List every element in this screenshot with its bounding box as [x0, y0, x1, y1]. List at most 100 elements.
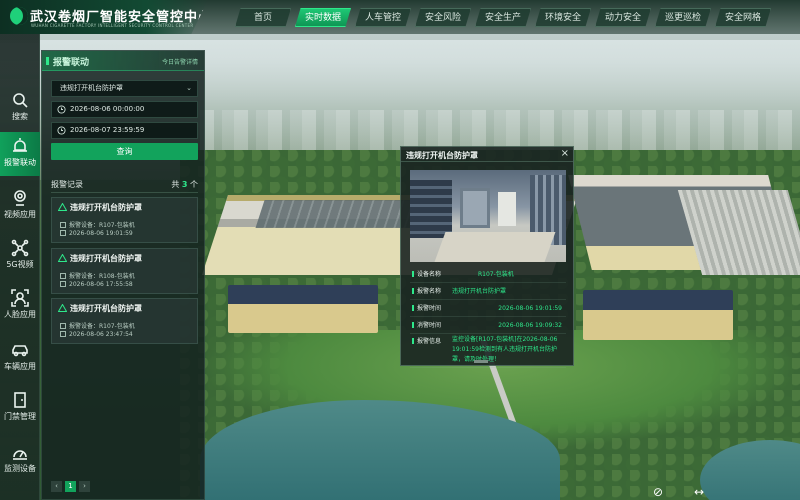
- calendar-icon: [60, 281, 66, 287]
- nav-safety-grid[interactable]: 安全网格: [715, 8, 771, 27]
- popup-divider: [401, 161, 573, 162]
- move-icon[interactable]: ↔: [692, 485, 706, 499]
- snapshot-floor: [434, 232, 556, 262]
- record-title: 违规打开机台防护罩: [70, 304, 142, 313]
- alarm-type-select[interactable]: 违规打开机台防护罩 ⌄: [51, 80, 198, 97]
- rail-label: 搜索: [12, 112, 28, 121]
- search-icon: [13, 93, 28, 108]
- clock-icon: [57, 105, 66, 114]
- detail-device-name: 设备名称 R107-包装机: [410, 267, 566, 283]
- popup-scrollbar[interactable]: [474, 360, 488, 363]
- start-time-input[interactable]: 2026-08-06 00:00:00: [51, 101, 198, 118]
- record-title: 违规打开机台防护罩: [70, 254, 142, 263]
- popup-title: 违规打开机台防护罩: [406, 151, 478, 160]
- records-divider: [51, 192, 198, 193]
- record-device-text: 报警设备：R107-包装机: [69, 323, 135, 330]
- clock-icon: [57, 126, 66, 135]
- rail-5g-video[interactable]: 5G视频: [0, 234, 40, 278]
- brand-area: 武汉卷烟厂智能安全管控中心 WUHAN CIGARETTE FACTORY IN…: [0, 0, 208, 34]
- rail-access-control[interactable]: 门禁管理: [0, 386, 40, 430]
- compass-icon[interactable]: ⊘: [651, 485, 665, 499]
- car-icon: [12, 345, 28, 357]
- detail-alarm-name: 报警名称 违规打开机台防护罩: [410, 284, 566, 300]
- query-button[interactable]: 查询: [51, 143, 198, 160]
- office-building-left[interactable]: [228, 285, 378, 333]
- device-icon: [60, 323, 66, 329]
- count-prefix: 共: [171, 180, 180, 189]
- rail-label: 车辆应用: [4, 362, 36, 371]
- snapshot-rack: [410, 180, 452, 238]
- camera-snapshot[interactable]: [410, 170, 566, 262]
- field-value: 2026-08-06 19:09:32: [498, 322, 562, 329]
- rail-label: 人脸应用: [4, 310, 36, 319]
- rail-video[interactable]: 视频应用: [0, 184, 40, 228]
- records-label: 报警记录: [51, 180, 83, 189]
- nav-environment-safety[interactable]: 环境安全: [535, 8, 591, 27]
- field-value: 监控设备[R107-包装机]在2026-08-06 19:01:59检测到有人违…: [452, 336, 558, 363]
- rail-monitor-device[interactable]: 监测设备: [0, 438, 40, 482]
- rail-vehicle[interactable]: 车辆应用: [0, 336, 40, 380]
- monitor-device-icon: [13, 450, 27, 460]
- nav-safety-risk[interactable]: 安全风险: [415, 8, 471, 27]
- device-icon: [60, 222, 66, 228]
- rail-label: 监测设备: [4, 464, 36, 473]
- alarm-type-value: 违规打开机台防护罩: [60, 84, 123, 92]
- pagination: ‹ 1 ›: [51, 481, 90, 492]
- panel-title: 报警联动: [53, 58, 90, 68]
- face-scan-icon: [11, 289, 29, 307]
- record-device: 报警设备：R107-包装机: [60, 220, 135, 229]
- nav-power-safety[interactable]: 动力安全: [595, 8, 651, 27]
- nav-people-vehicle[interactable]: 人车管控: [355, 8, 411, 27]
- today-alarm-details-link[interactable]: 今日告警详情: [162, 57, 198, 66]
- rail-search[interactable]: 搜索: [0, 86, 40, 130]
- detail-alarm-info: 报警信息 监控设备[R107-包装机]在2026-08-06 19:01:59检…: [410, 334, 566, 368]
- page-1-button[interactable]: 1: [65, 481, 76, 492]
- record-time-text: 2026-08-06 19:01:59: [69, 230, 133, 237]
- calendar-icon: [60, 331, 66, 337]
- office-building-right[interactable]: [583, 290, 733, 340]
- snapshot-machine: [460, 188, 490, 228]
- nav-realtime-data[interactable]: 实时数据: [295, 8, 351, 27]
- app-subtitle: WUHAN CIGARETTE FACTORY INTELLIGENT SECU…: [31, 23, 194, 28]
- camera-icon: [14, 190, 26, 206]
- count-suffix: 个: [190, 180, 198, 189]
- start-time-value: 2026-08-06 00:00:00: [70, 105, 145, 113]
- next-page-button[interactable]: ›: [79, 481, 90, 492]
- field-key: 报警名称: [412, 284, 441, 299]
- record-time-text: 2026-08-06 23:47:54: [69, 331, 133, 338]
- nav-patrol-inspection[interactable]: 巡更巡检: [655, 8, 711, 27]
- record-time: 2026-08-06 23:47:54: [60, 331, 133, 338]
- close-icon[interactable]: ×: [561, 148, 569, 159]
- end-time-input[interactable]: 2026-08-07 23:59:59: [51, 122, 198, 139]
- field-value: 2026-08-06 19:01:59: [498, 305, 562, 312]
- nav-home[interactable]: 首页: [235, 8, 291, 27]
- alarm-record-card[interactable]: 违规打开机台防护罩 报警设备：R107-包装机 2026-08-06 23:47…: [51, 298, 198, 344]
- alarm-record-card[interactable]: 违规打开机台防护罩 报警设备：R107-包装机 2026-08-06 19:01…: [51, 197, 198, 243]
- nav-production-safety[interactable]: 安全生产: [475, 8, 531, 27]
- warning-icon: [58, 304, 67, 312]
- rail-alarm-linkage[interactable]: 报警联动: [0, 132, 40, 176]
- main-nav: 首页 实时数据 人车管控 安全风险 安全生产 环境安全 动力安全 巡更巡检 安全…: [235, 8, 771, 28]
- rail-label: 门禁管理: [4, 412, 36, 421]
- door-icon: [14, 392, 26, 408]
- 5g-network-icon: [11, 239, 29, 257]
- records-header: 报警记录 共 3 个: [51, 179, 198, 190]
- rail-label: 视频应用: [4, 210, 36, 219]
- warning-icon: [58, 254, 67, 262]
- records-count: 共 3 个: [171, 179, 198, 190]
- calendar-icon: [60, 230, 66, 236]
- factory-logo-icon: [10, 7, 28, 25]
- record-device: 报警设备：R108-包装机: [60, 271, 135, 280]
- alarm-bell-icon: [13, 138, 27, 152]
- alarm-record-card[interactable]: 违规打开机台防护罩 报警设备：R108-包装机 2026-08-06 17:55…: [51, 248, 198, 294]
- device-icon: [60, 273, 66, 279]
- rail-label: 5G视频: [6, 260, 34, 269]
- detail-clear-time: 消警时间 2026-08-06 19:09:32: [410, 318, 566, 334]
- prev-page-button[interactable]: ‹: [51, 481, 62, 492]
- alarm-linkage-panel: 报警联动 今日告警详情 违规打开机台防护罩 ⌄ 2026-08-06 00:00…: [41, 50, 205, 500]
- rail-face[interactable]: 人脸应用: [0, 284, 40, 328]
- top-header: 武汉卷烟厂智能安全管控中心 WUHAN CIGARETTE FACTORY IN…: [0, 0, 800, 34]
- field-value: 违规打开机台防护罩: [452, 288, 507, 295]
- field-key: 消警时间: [412, 318, 441, 333]
- field-key: 报警信息: [412, 334, 441, 349]
